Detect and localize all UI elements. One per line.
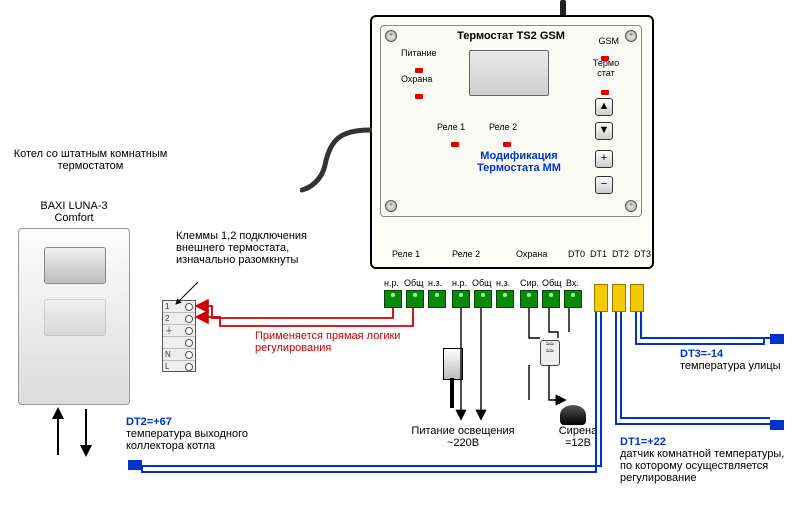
boiler-model-label: BAXI LUNA-3 Comfort	[24, 200, 124, 224]
relay2-pin-b: Общ	[472, 278, 492, 288]
dt2-sensor-icon	[128, 460, 142, 470]
bottom-relay2-label: Реле 2	[452, 249, 480, 259]
down-button[interactable]: ▼	[595, 122, 613, 140]
dt1-block: DT1=+22 датчик комнатной температуры, по…	[620, 436, 796, 484]
thermo-led-label: Термо стат	[589, 58, 623, 78]
dt3-sensor-icon	[770, 334, 784, 344]
lcd-screen	[469, 50, 549, 96]
bottom-dt3: DT3	[634, 249, 651, 259]
relay1-label: Реле 1	[437, 122, 465, 132]
boiler-control-panel-shadow	[44, 299, 106, 336]
dt3-block: DT3=-14 температура улицы	[680, 348, 790, 372]
lamp-caption: Питание освещения ~220В	[398, 425, 528, 449]
guard-pin-b: Общ	[542, 278, 562, 288]
bottom-dt0: DT0	[568, 249, 585, 259]
siren-caption: Сирена =12В	[548, 425, 608, 449]
bottom-dt2: DT2	[612, 249, 629, 259]
bottom-relay1-label: Реле 1	[392, 249, 420, 259]
boiler-control-panel	[44, 247, 106, 284]
boiler-unit	[18, 228, 130, 405]
dt2-title: DT2=+67	[126, 416, 306, 428]
minus-button[interactable]: −	[595, 176, 613, 194]
relay1-pin-b: Общ	[404, 278, 424, 288]
relay2-pin-a: н.р.	[452, 278, 467, 288]
terminals-note-arrow	[172, 280, 202, 310]
screw-icon: +	[385, 200, 397, 212]
dt1-sensor-icon	[770, 420, 784, 430]
boiler-flow-arrows	[40, 405, 110, 460]
gsm-led-label: GSM	[598, 36, 619, 46]
modification-label: Модификация Термостата MM	[449, 150, 589, 174]
relay2-connector	[452, 290, 514, 308]
power-cable-icon	[300, 120, 372, 200]
terminal-gnd: ⏚	[165, 325, 173, 336]
terminal-n: N	[165, 350, 173, 359]
boiler-header-label: Котел со штатным комнатным термостатом	[8, 148, 173, 172]
bottom-dt1: DT1	[590, 249, 607, 259]
dt3-desc: температура улицы	[680, 360, 790, 372]
up-button[interactable]: ▲	[595, 98, 613, 116]
relay-coil-icon: ≈≈≈≈	[540, 340, 560, 366]
plus-button[interactable]: +	[595, 150, 613, 168]
relay2-label: Реле 2	[489, 122, 517, 132]
thermostat-device: + + + + Термостат TS2 GSM Питание Охрана…	[370, 15, 654, 269]
power-led-label: Питание	[401, 48, 437, 58]
dt1-title: DT1=+22	[620, 436, 796, 448]
street-lamp-icon	[443, 348, 463, 380]
dt2-desc: температура выходного коллектора котла	[126, 428, 306, 452]
dt1-desc: датчик комнатной температуры, по котором…	[620, 448, 796, 484]
dt-connectors	[594, 284, 644, 312]
logic-note-label: Применяется прямая логики регулирования	[255, 330, 410, 354]
guard-pin-a: Сир.	[520, 278, 539, 288]
lamp-post-icon	[450, 378, 454, 408]
dt2-block: DT2=+67 температура выходного коллектора…	[126, 416, 306, 452]
relay1-pin-c: н.з.	[428, 278, 442, 288]
guard-connector	[520, 290, 582, 308]
guard-led	[415, 86, 423, 104]
siren-icon	[560, 405, 586, 425]
relay1-connector	[384, 290, 446, 308]
dt3-title: DT3=-14	[680, 348, 790, 360]
relay2-pin-c: н.з.	[496, 278, 510, 288]
terminal-l: L	[165, 362, 173, 371]
guard-pin-c: Вх.	[566, 278, 579, 288]
terminal-2-num: 2	[165, 314, 173, 323]
relay1-pin-a: н.р.	[384, 278, 399, 288]
boiler-terminal-strip: 1 2 ⏚ N L	[162, 300, 196, 372]
bottom-guard-label: Охрана	[516, 249, 547, 259]
thermostat-front-panel: + + + + Термостат TS2 GSM Питание Охрана…	[380, 25, 642, 217]
terminals-note-label: Клеммы 1,2 подключения внешнего термоста…	[176, 230, 326, 266]
screw-icon: +	[625, 200, 637, 212]
guard-led-label: Охрана	[401, 74, 432, 84]
